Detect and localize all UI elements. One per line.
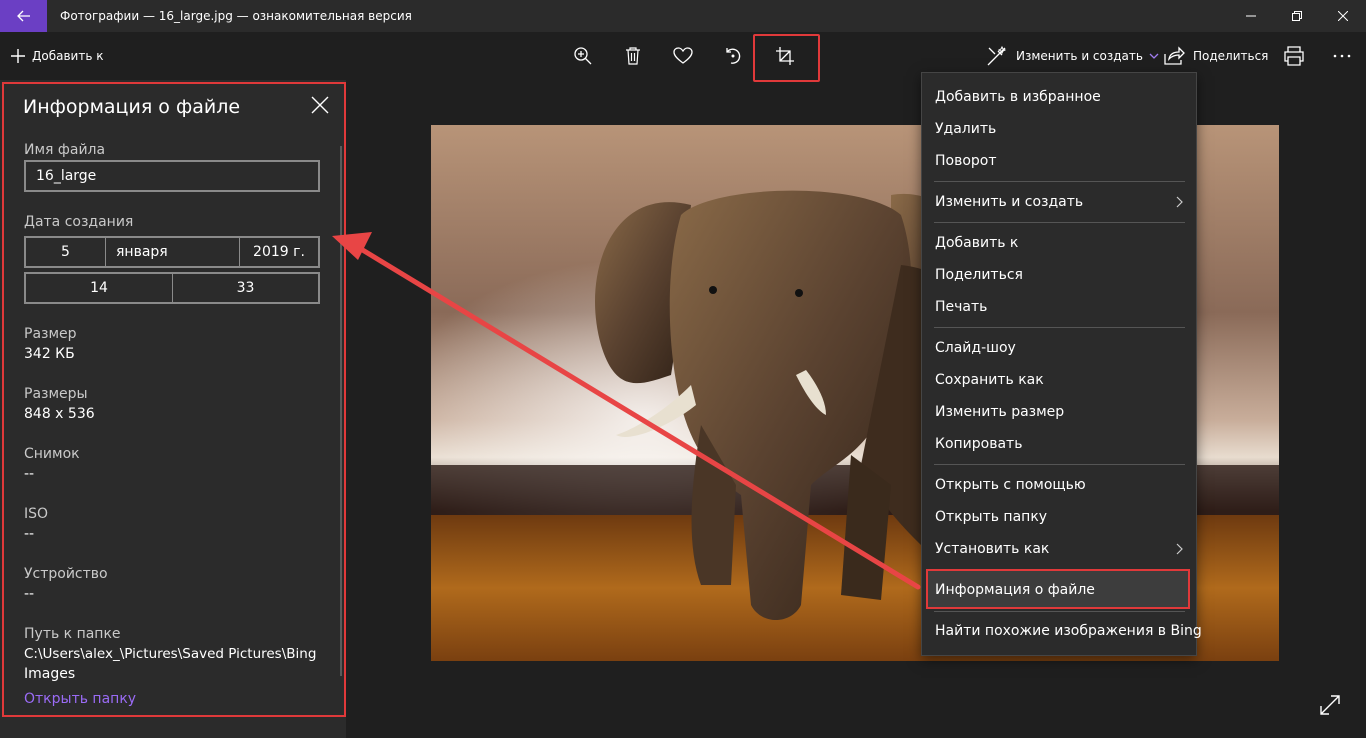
menu-separator xyxy=(934,327,1185,328)
menu-item-copy[interactable]: Копировать xyxy=(935,436,1022,452)
info-panel-title: Информация о файле xyxy=(23,96,241,118)
size-value: 342 КБ xyxy=(24,346,75,362)
menu-item-save-as[interactable]: Сохранить как xyxy=(935,372,1044,388)
menu-item-add-favorite[interactable]: Добавить в избранное xyxy=(935,89,1101,105)
crop-highlight-box xyxy=(753,34,820,82)
menu-item-bing-search[interactable]: Найти похожие изображения в Bing xyxy=(935,623,1202,639)
title-bar: Фотографии — 16_large.jpg — ознакомитель… xyxy=(0,0,1366,32)
plus-icon xyxy=(11,49,25,63)
back-button[interactable] xyxy=(0,0,47,32)
menu-separator xyxy=(934,181,1185,182)
device-value: -- xyxy=(24,586,35,602)
chevron-right-icon xyxy=(1176,196,1183,208)
menu-item-rotate[interactable]: Поворот xyxy=(935,153,997,169)
expand-icon xyxy=(1320,695,1340,715)
shot-value: -- xyxy=(24,466,35,482)
filename-value: 16_large xyxy=(36,168,97,184)
menu-item-share[interactable]: Поделиться xyxy=(935,267,1023,283)
menu-item-open-folder[interactable]: Открыть папку xyxy=(935,509,1047,525)
edit-create-icon xyxy=(987,45,1007,66)
context-menu: Добавить в избранное Удалить Поворот Изм… xyxy=(921,72,1202,656)
date-day[interactable]: 5 xyxy=(26,238,106,266)
more-button[interactable] xyxy=(1330,44,1354,68)
print-button[interactable] xyxy=(1282,44,1306,68)
time-minute[interactable]: 33 xyxy=(173,274,318,302)
share-label: Поделиться xyxy=(1193,49,1269,63)
delete-icon xyxy=(626,47,640,65)
share-button[interactable]: Поделиться xyxy=(1163,44,1268,68)
close-icon xyxy=(1338,11,1348,21)
chevron-right-icon xyxy=(1176,543,1183,555)
zoom-in-icon xyxy=(574,47,592,65)
size-label: Размер xyxy=(24,326,77,342)
info-close-button[interactable] xyxy=(309,94,331,116)
date-month[interactable]: января xyxy=(106,238,240,266)
menu-item-add-to[interactable]: Добавить к xyxy=(935,235,1018,251)
minimize-icon xyxy=(1246,15,1256,17)
dimensions-label: Размеры xyxy=(24,386,88,402)
rotate-icon xyxy=(726,48,741,64)
rotate-button[interactable] xyxy=(721,44,745,68)
path-value-line1: C:\Users\alex_\Pictures\Saved Pictures\B… xyxy=(24,646,317,662)
minimize-button[interactable] xyxy=(1228,0,1274,32)
favorite-button[interactable] xyxy=(671,44,695,68)
path-value-line2: Images xyxy=(24,666,76,682)
heart-icon xyxy=(673,47,693,64)
menu-item-slideshow[interactable]: Слайд-шоу xyxy=(935,340,1016,356)
info-scrollbar[interactable] xyxy=(340,146,342,676)
back-arrow-icon xyxy=(16,10,30,22)
menu-item-open-with[interactable]: Открыть с помощью xyxy=(935,477,1086,493)
dimensions-value: 848 x 536 xyxy=(24,406,95,422)
close-icon xyxy=(311,96,329,114)
device-label: Устройство xyxy=(24,566,108,582)
menu-separator xyxy=(934,611,1185,612)
window-title: Фотографии — 16_large.jpg — ознакомитель… xyxy=(60,9,412,23)
menu-item-edit-create[interactable]: Изменить и создать xyxy=(935,194,1083,210)
filename-input[interactable]: 16_large xyxy=(24,160,320,192)
time-picker[interactable]: 14 33 xyxy=(24,272,320,304)
date-year[interactable]: 2019 г. xyxy=(240,238,318,266)
date-picker[interactable]: 5 января 2019 г. xyxy=(24,236,320,268)
menu-item-set-as[interactable]: Установить как xyxy=(935,541,1049,557)
date-label: Дата создания xyxy=(24,214,134,230)
photos-app-window: Фотографии — 16_large.jpg — ознакомитель… xyxy=(0,0,1366,738)
menu-item-resize[interactable]: Изменить размер xyxy=(935,404,1064,420)
add-to-label: Добавить к xyxy=(32,49,104,63)
path-label: Путь к папке xyxy=(24,626,121,642)
time-hour[interactable]: 14 xyxy=(26,274,173,302)
menu-item-delete[interactable]: Удалить xyxy=(935,121,996,137)
filename-label: Имя файла xyxy=(24,142,106,158)
shot-label: Снимок xyxy=(24,446,80,462)
share-icon xyxy=(1164,46,1185,65)
edit-create-button[interactable]: Изменить и создать xyxy=(986,44,1159,68)
fullscreen-button[interactable] xyxy=(1319,694,1341,716)
menu-item-file-info[interactable]: Информация о файле xyxy=(935,582,1095,598)
print-icon xyxy=(1284,46,1304,66)
menu-separator xyxy=(934,464,1185,465)
delete-button[interactable] xyxy=(621,44,645,68)
edit-create-label: Изменить и создать xyxy=(1016,49,1143,63)
chevron-down-icon xyxy=(1149,53,1159,59)
iso-label: ISO xyxy=(24,506,49,522)
maximize-button[interactable] xyxy=(1274,0,1320,32)
close-window-button[interactable] xyxy=(1320,0,1366,32)
add-to-button[interactable]: Добавить к xyxy=(10,44,103,68)
iso-value: -- xyxy=(24,526,35,542)
menu-separator xyxy=(934,222,1185,223)
more-icon xyxy=(1333,54,1351,58)
zoom-button[interactable] xyxy=(571,44,595,68)
restore-icon xyxy=(1292,11,1302,21)
open-folder-link[interactable]: Открыть папку xyxy=(24,691,136,707)
menu-item-print[interactable]: Печать xyxy=(935,299,987,315)
